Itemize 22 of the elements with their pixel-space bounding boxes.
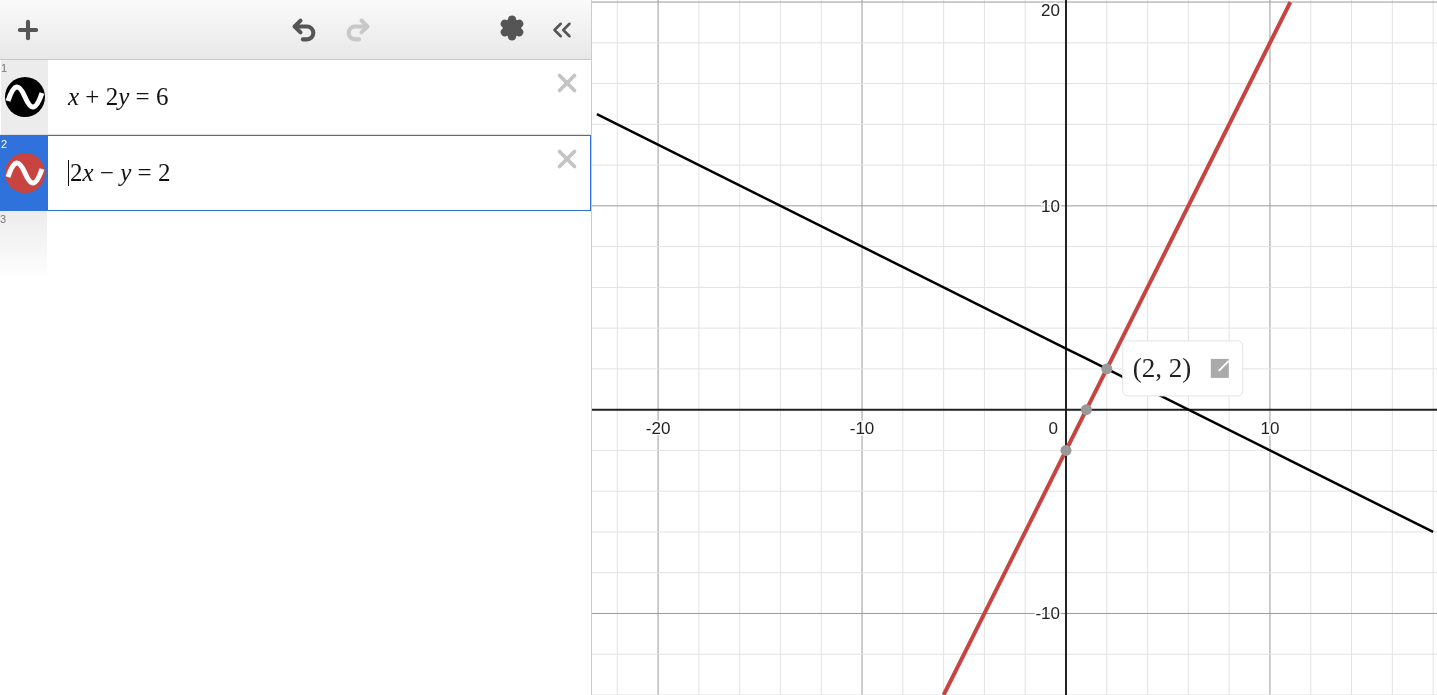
expression-text[interactable]: 2x − y = 2 [70, 159, 171, 187]
row-number: 1 [1, 62, 8, 74]
tick-label: -10 [1035, 604, 1060, 624]
row-number: 3 [0, 213, 7, 225]
origin-label: 0 [1048, 418, 1058, 438]
point-dot[interactable] [1060, 444, 1072, 456]
tick-label: 10 [1041, 196, 1060, 216]
text-cursor [68, 160, 69, 186]
graph-canvas[interactable]: -20 -10 0 10 -10 10 20 (2, 2) [592, 0, 1437, 695]
tick-label: 10 [1260, 418, 1280, 438]
row-number: 2 [1, 138, 8, 150]
expression-row[interactable]: 1 x + 2y = 6 [0, 60, 591, 135]
point-dot[interactable] [1080, 404, 1092, 416]
expression-row[interactable]: 2 2x − y = 2 [0, 135, 591, 211]
point-dot[interactable] [1101, 363, 1113, 375]
tick-label: -10 [849, 418, 875, 438]
expression-text[interactable]: x + 2y = 6 [68, 83, 169, 111]
tick-label: -20 [645, 418, 671, 438]
point-label: (2, 2) [1132, 352, 1192, 383]
graph-line[interactable] [941, 1, 1293, 695]
wave-icon[interactable] [4, 77, 45, 117]
tick-label: 20 [1041, 1, 1060, 20]
